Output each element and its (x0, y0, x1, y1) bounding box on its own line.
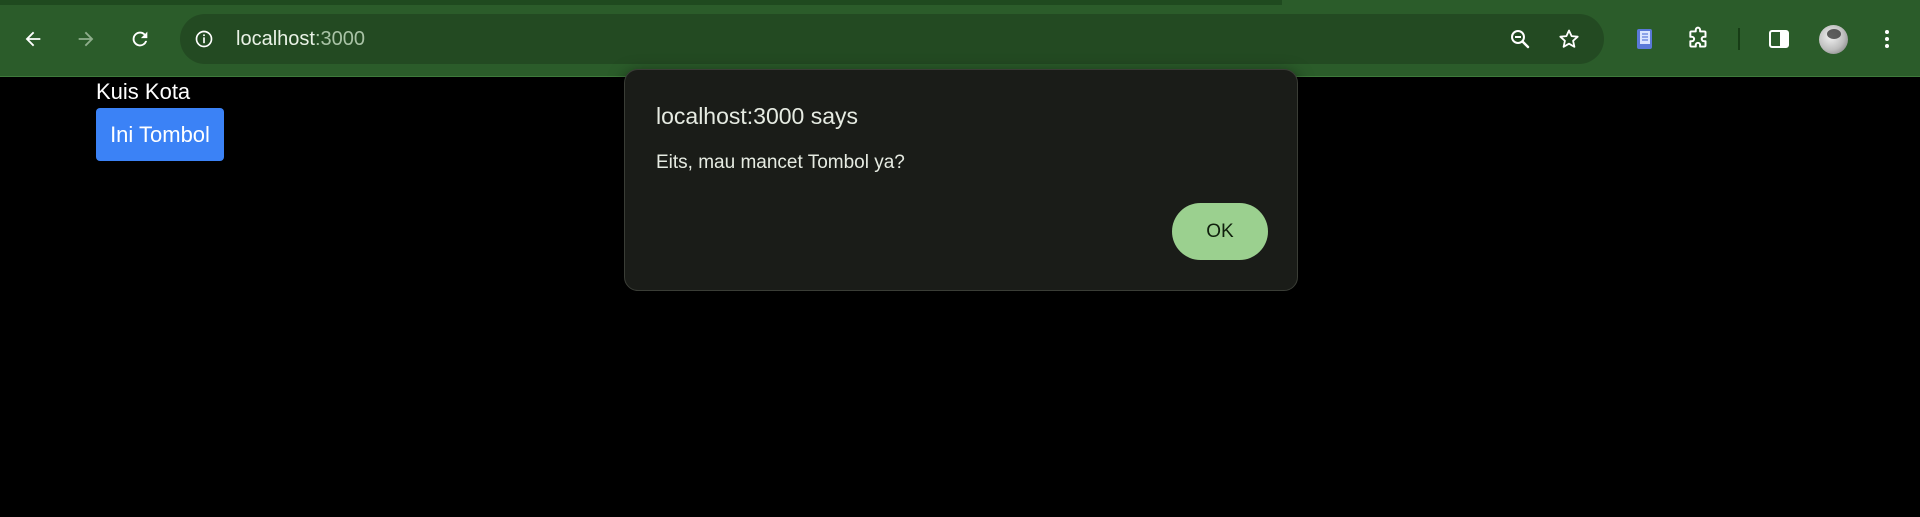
site-info-button[interactable] (192, 27, 216, 51)
book-extension-icon (1637, 29, 1652, 49)
info-icon (195, 30, 213, 48)
page-title: Kuis Kota (96, 79, 191, 104)
url-text[interactable]: localhost:3000 (236, 27, 365, 51)
forward-button[interactable] (68, 21, 104, 57)
kebab-menu-icon (1885, 30, 1889, 48)
back-button[interactable] (15, 21, 51, 57)
side-panel-button[interactable] (1761, 21, 1797, 57)
reload-button[interactable] (122, 21, 158, 57)
ok-button[interactable]: OK (1172, 203, 1268, 260)
address-bar[interactable]: localhost:3000 (180, 14, 1604, 64)
reload-icon (132, 31, 148, 47)
browser-toolbar: localhost:3000 (0, 0, 1920, 77)
side-panel-icon (1769, 30, 1789, 48)
arrow-right-icon (78, 31, 94, 47)
avatar[interactable] (1819, 25, 1848, 54)
zoom-out-icon (1511, 30, 1530, 49)
arrow-left-icon (25, 31, 41, 47)
zoom-button[interactable] (1507, 26, 1533, 52)
star-icon (1559, 29, 1579, 48)
menu-button[interactable] (1869, 21, 1905, 57)
url-host: localhost (236, 28, 315, 50)
url-port: :3000 (314, 28, 365, 50)
dialog-title: localhost:3000 says (656, 103, 859, 129)
puzzle-icon (1689, 26, 1707, 48)
bookmark-button[interactable] (1556, 26, 1582, 52)
dialog-message: Eits, mau mancet Tombol ya? (656, 152, 905, 173)
ini-tombol-button[interactable]: Ini Tombol (96, 108, 224, 161)
book-extension-button[interactable] (1627, 21, 1663, 57)
active-tab-edge (1282, 0, 1920, 5)
alert-dialog: localhost:3000 says Eits, mau mancet Tom… (624, 69, 1298, 291)
extensions-button[interactable] (1681, 21, 1717, 57)
toolbar-separator (1738, 28, 1740, 50)
